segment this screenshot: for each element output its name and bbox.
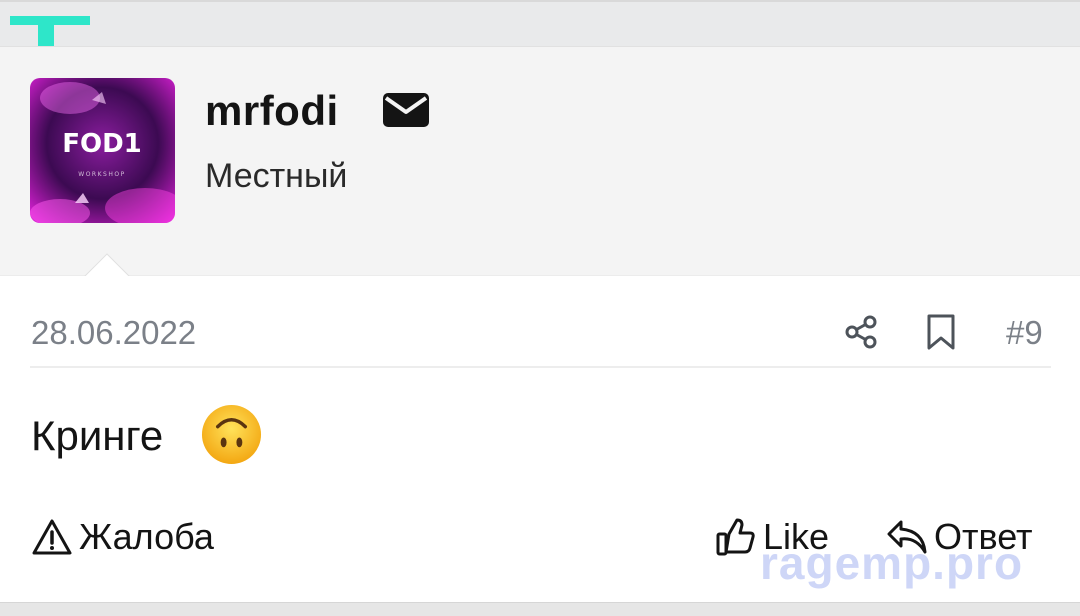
post-date[interactable]: 28.06.2022	[31, 314, 196, 352]
share-icon[interactable]	[843, 314, 879, 350]
speech-arrow	[84, 253, 130, 277]
user-title: Местный	[205, 157, 348, 195]
post-divider	[30, 366, 1051, 368]
bookmark-icon[interactable]	[925, 314, 957, 350]
report-label: Жалоба	[79, 516, 214, 557]
avatar-caption: WORKSHOP	[78, 171, 125, 178]
username[interactable]: mrfodi	[205, 87, 339, 135]
mail-icon[interactable]	[382, 92, 430, 128]
previous-post-strip	[0, 0, 1080, 48]
thumbs-up-icon	[716, 518, 755, 556]
next-post-strip	[0, 602, 1080, 616]
upside-down-face-icon	[201, 404, 262, 465]
avatar[interactable]: FOD1 WORKSHOP	[30, 78, 175, 223]
accent-mark-icon	[10, 16, 90, 48]
post-number[interactable]: #9	[1006, 314, 1043, 352]
report-button[interactable]: Жалоба	[31, 515, 214, 559]
message-text: Кринге	[31, 412, 164, 459]
post-user-block: FOD1 WORKSHOP mrfodi Местный	[0, 46, 1080, 275]
watermark: ragemp.pro	[760, 537, 1024, 589]
avatar-logo-text: FOD1	[62, 129, 142, 159]
warning-icon	[32, 519, 72, 555]
